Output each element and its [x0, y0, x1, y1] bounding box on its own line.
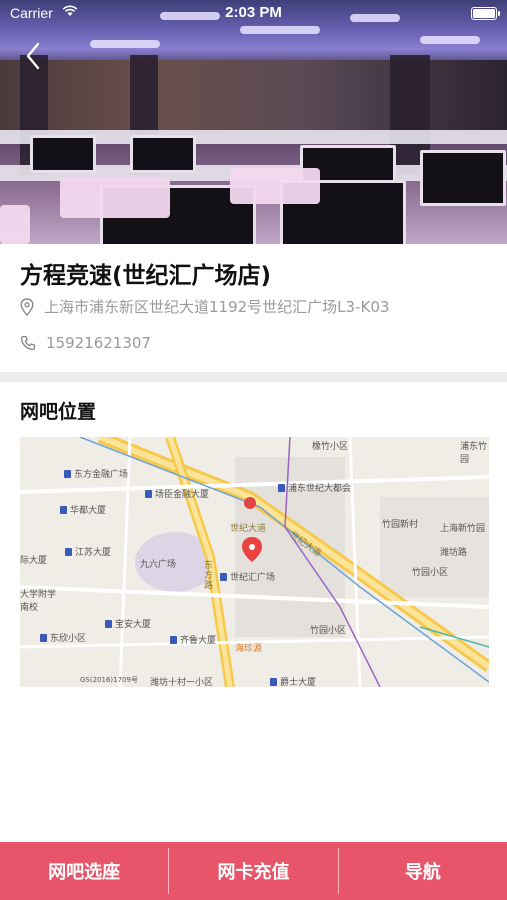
map-label: 橡竹小区 [312, 442, 349, 452]
map-label: 上海新竹园 [440, 524, 486, 534]
chevron-left-icon [26, 42, 40, 70]
map-label: 九六广场 [140, 560, 177, 570]
battery-icon [471, 7, 500, 20]
photo-light [90, 40, 160, 48]
photo-light [420, 36, 480, 44]
map-label: 华都大厦 [60, 503, 106, 516]
map-label: 潍坊路 [440, 548, 468, 558]
photo-monitor [30, 135, 96, 173]
venue-name: 方程竞速(世纪汇广场店) [20, 263, 272, 289]
location-map[interactable]: 东方金融广场 场臣金融大厦 浦东世纪大都会 华都大厦 世纪大道 竹园新村 江苏大… [20, 437, 489, 687]
photo-wall [0, 60, 507, 130]
photo-monitor [130, 135, 196, 173]
map-label: 齐鲁大厦 [170, 633, 216, 646]
map-copyright: GS(2016)1709号 [80, 676, 138, 684]
seat-selection-button[interactable]: 网吧选座 [0, 842, 168, 900]
map-label: 海珍源 [235, 644, 263, 654]
map-label: 爵士大厦 [270, 675, 316, 687]
map-label: 浦东竹园 [460, 442, 488, 465]
photo-seat [0, 205, 30, 244]
venue-photo: Carrier 2:03 PM [0, 0, 507, 244]
venue-address: 上海市浦东新区世纪大道1192号世纪汇广场L3-K03 [44, 298, 390, 316]
map-label: 场臣金融大厦 [145, 487, 209, 500]
bottom-action-bar: 网吧选座 网卡充值 导航 [0, 842, 507, 900]
navigate-button[interactable]: 导航 [339, 842, 507, 900]
map-label: 大学附学南校 [20, 590, 57, 613]
location-section-title: 网吧位置 [20, 401, 97, 423]
venue-phone-row[interactable]: 15921621307 [20, 334, 151, 352]
map-label: 江苏大厦 [65, 545, 111, 558]
map-label: 世纪大道 [230, 524, 267, 534]
map-label: 宝安大厦 [105, 617, 151, 630]
status-bar: Carrier 2:03 PM [0, 0, 507, 28]
photo-seat [60, 178, 170, 218]
map-label: 浦东世纪大都会 [278, 481, 351, 494]
location-pin-icon [20, 297, 34, 316]
section-divider [0, 372, 507, 382]
map-label: 东方金融广场 [64, 467, 128, 480]
map-label: 世纪汇广场 [220, 570, 275, 583]
photo-seat [230, 168, 320, 204]
map-label: 竹园新村 [382, 520, 419, 530]
status-time: 2:03 PM [225, 4, 282, 21]
photo-monitor [420, 150, 506, 206]
map-label: 潍坊十村一小区 [150, 678, 214, 687]
map-label: 东方路 [204, 561, 214, 591]
venue-address-row: 上海市浦东新区世纪大道1192号世纪汇广场L3-K03 [20, 296, 389, 317]
map-label: 竹园小区 [310, 626, 347, 636]
back-button[interactable] [20, 40, 50, 72]
phone-icon [20, 335, 36, 351]
map-label: 际大厦 [20, 556, 48, 566]
card-recharge-button[interactable]: 网卡充值 [169, 842, 337, 900]
map-label: 竹园小区 [412, 568, 449, 578]
map-label: 东欣小区 [40, 631, 86, 644]
venue-phone: 15921621307 [46, 334, 151, 352]
